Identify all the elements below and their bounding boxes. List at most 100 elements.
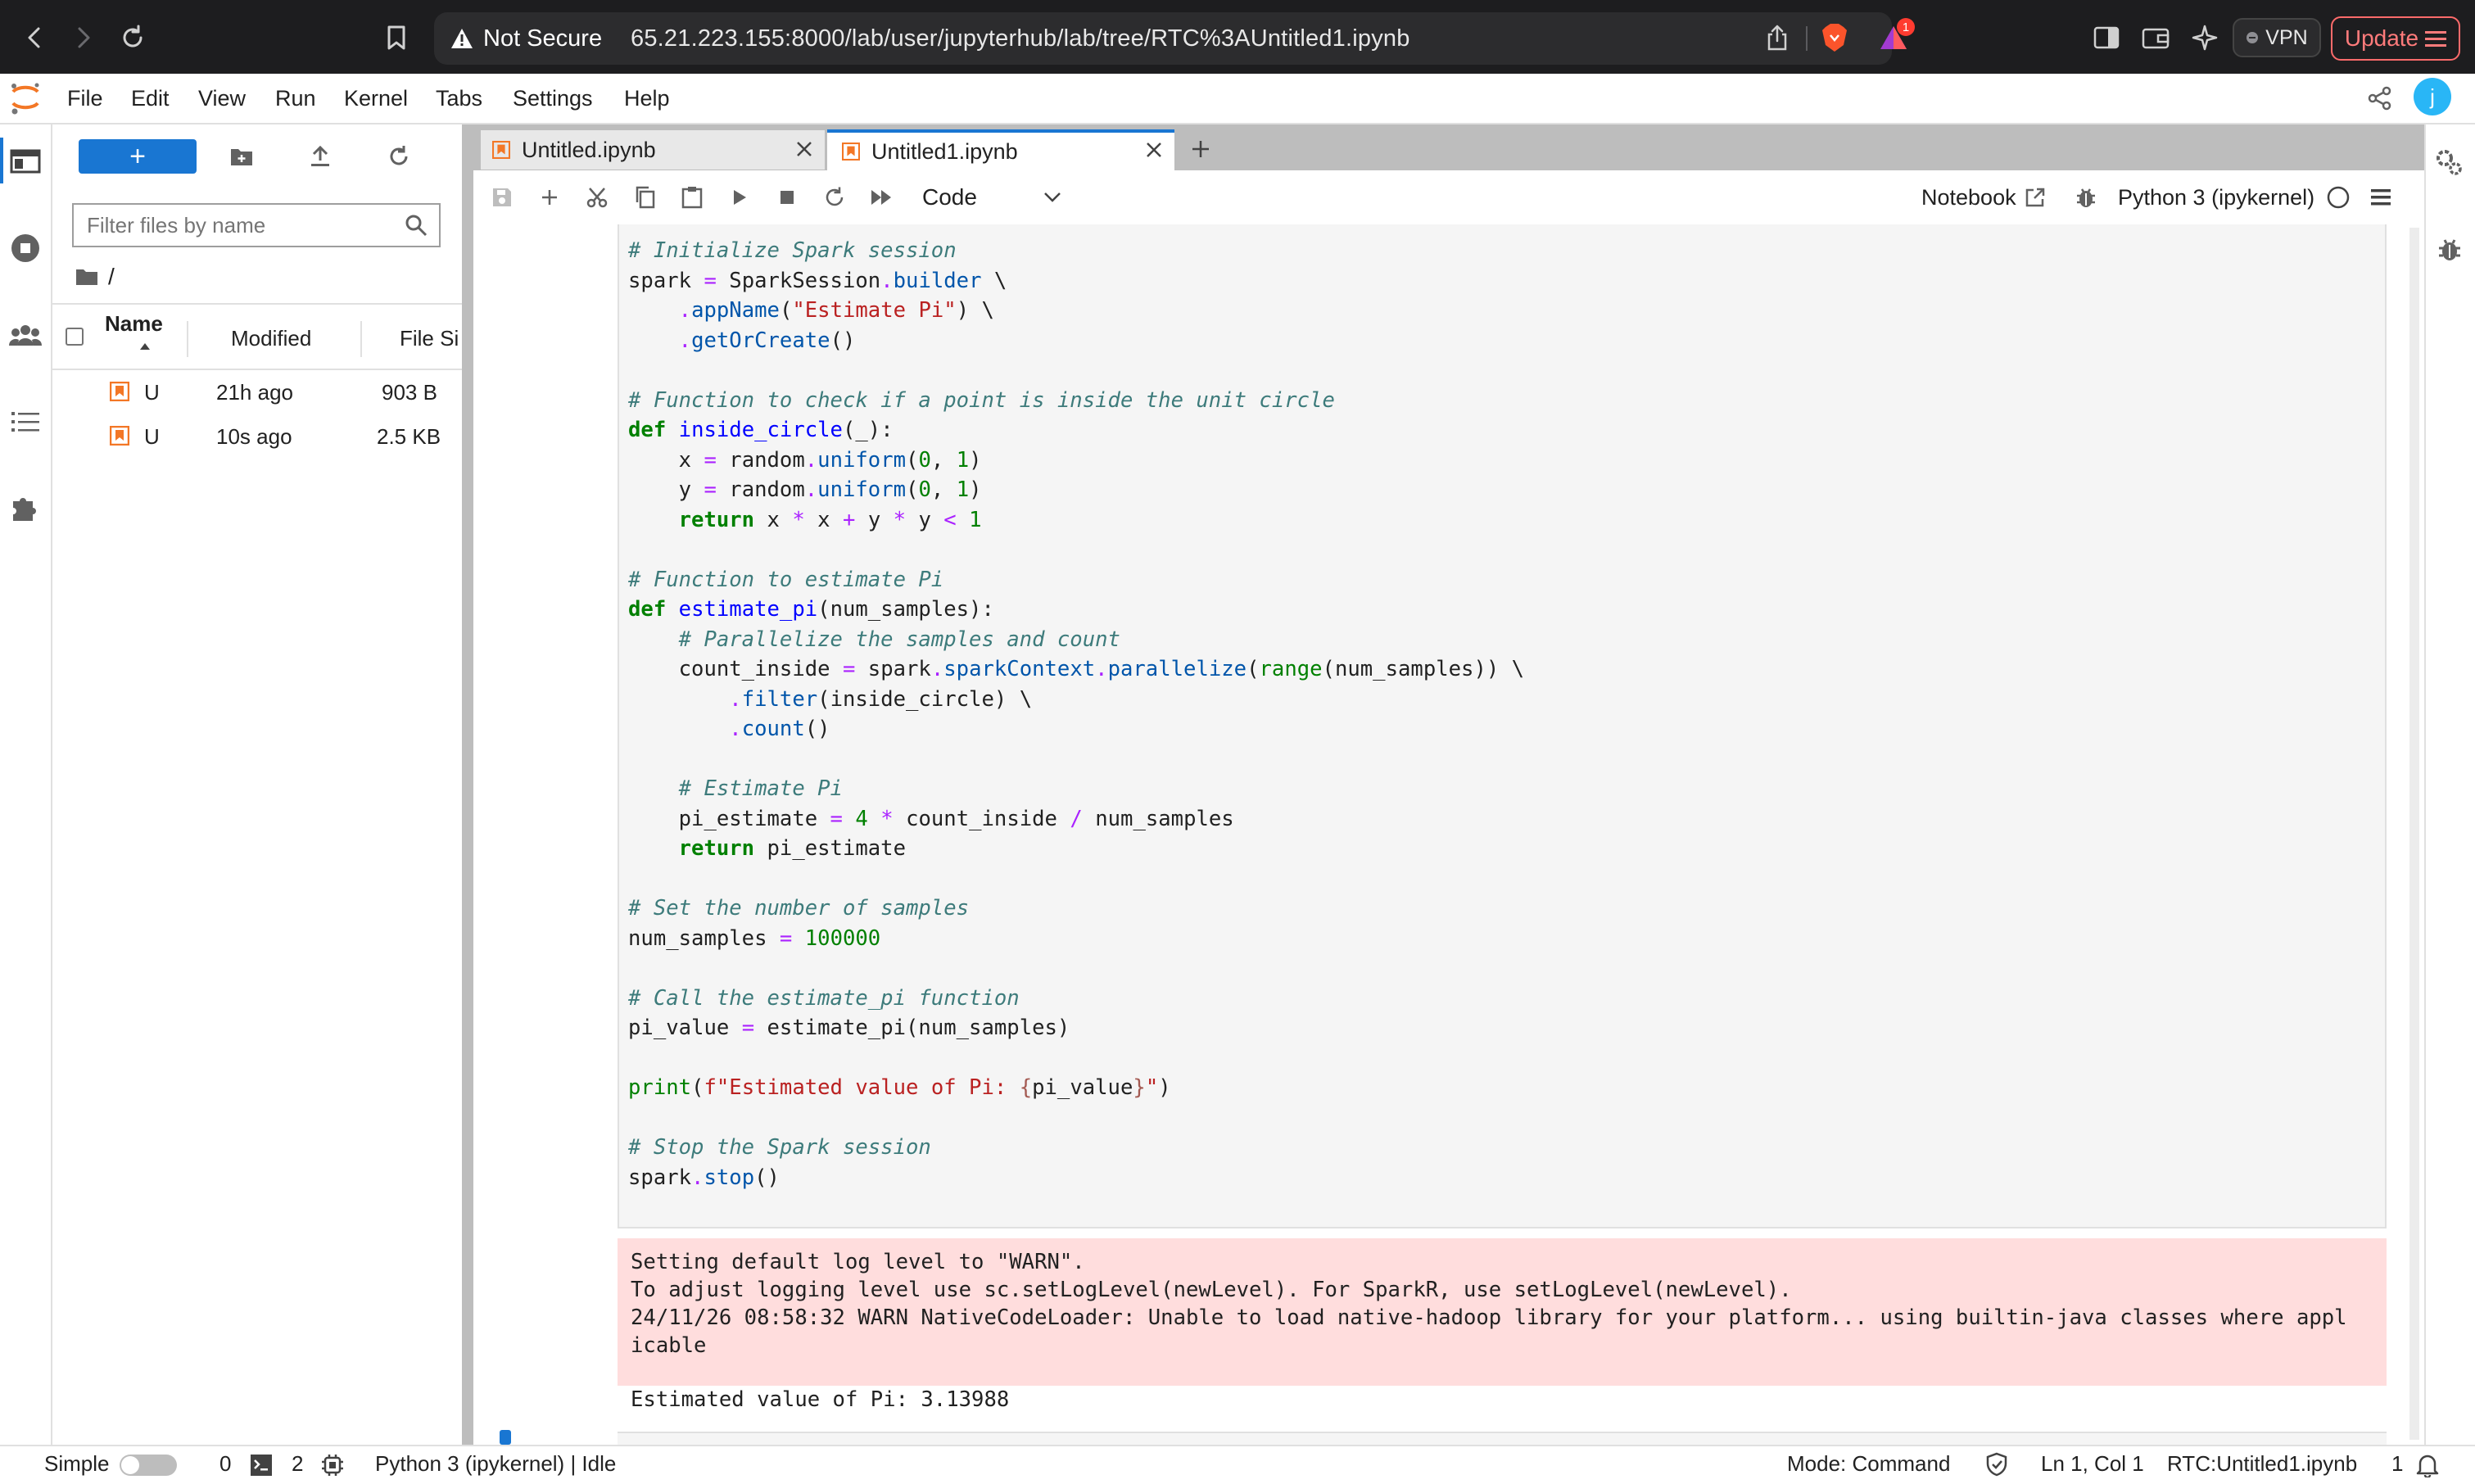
security-indicator[interactable]: Not Secure xyxy=(450,20,602,57)
notebook-file-icon xyxy=(492,141,510,159)
menu-tabs[interactable]: Tabs xyxy=(436,74,482,123)
update-button[interactable]: Update xyxy=(2331,16,2460,61)
bell-icon[interactable] xyxy=(2416,1453,2439,1477)
copy-icon[interactable] xyxy=(626,179,663,216)
tab-label: Untitled.ipynb xyxy=(522,137,656,162)
tab-label: Untitled1.ipynb xyxy=(871,138,1018,164)
run-all-icon[interactable] xyxy=(863,179,901,216)
toc-icon[interactable] xyxy=(5,401,46,442)
notification-badge: 1 xyxy=(1897,18,1915,36)
kernel-gear-icon[interactable] xyxy=(321,1454,344,1477)
close-icon[interactable] xyxy=(1145,141,1163,159)
brave-lion-icon[interactable] xyxy=(1813,16,1856,59)
search-icon xyxy=(405,214,428,237)
bug-icon[interactable] xyxy=(2067,179,2105,216)
file-name: U xyxy=(144,380,160,405)
url-text[interactable]: 65.21.223.155:8000/lab/user/jupyterhub/l… xyxy=(631,20,1410,57)
tab-untitled[interactable]: Untitled.ipynb xyxy=(480,129,826,170)
back-icon[interactable] xyxy=(13,16,56,59)
notebook-file-icon xyxy=(110,382,129,401)
users-icon[interactable] xyxy=(5,314,46,355)
kernel-name-label: Python 3 (ipykernel) xyxy=(2118,184,2315,210)
menu-help[interactable]: Help xyxy=(624,74,670,123)
notebook-view-button[interactable]: Notebook xyxy=(1921,179,2046,216)
active-indicator xyxy=(0,138,3,183)
paste-icon[interactable] xyxy=(673,179,711,216)
breadcrumb[interactable]: / xyxy=(75,260,115,293)
kernels-count[interactable]: 2 xyxy=(292,1445,303,1482)
shield-check-icon[interactable] xyxy=(1985,1452,2008,1477)
notebook-scrollbar[interactable] xyxy=(2409,228,2419,1440)
stop-icon[interactable] xyxy=(768,179,806,216)
sidebar-icon[interactable] xyxy=(2085,16,2128,59)
cursor-position[interactable]: Ln 1, Col 1 xyxy=(2041,1445,2144,1482)
terminals-count[interactable]: 0 xyxy=(219,1445,231,1482)
upload-icon[interactable] xyxy=(301,138,339,175)
add-cell-icon[interactable] xyxy=(531,179,568,216)
run-icon[interactable] xyxy=(721,179,758,216)
menu-view[interactable]: View xyxy=(198,74,246,123)
file-row[interactable]: U 10s ago 2.5 KB xyxy=(52,414,462,459)
toggle-knob xyxy=(121,1456,139,1474)
refresh-icon[interactable] xyxy=(380,138,418,175)
stdout-text: Estimated value of Pi: 3.13988 xyxy=(631,1387,1010,1412)
column-divider[interactable] xyxy=(360,321,362,357)
menu-edit[interactable]: Edit xyxy=(131,74,170,123)
panel-resize-handle[interactable] xyxy=(462,124,473,1445)
vpn-button[interactable]: VPN xyxy=(2233,18,2321,57)
right-sidebar xyxy=(2424,124,2475,1445)
menu-kernel[interactable]: Kernel xyxy=(344,74,408,123)
wallet-icon[interactable] xyxy=(2134,16,2177,59)
file-row[interactable]: U 21h ago 903 B xyxy=(52,370,462,414)
simple-mode-label: Simple xyxy=(44,1450,110,1476)
notification-count[interactable]: 1 xyxy=(2391,1445,2403,1482)
cell-output-stdout: Estimated value of Pi: 3.13988 xyxy=(618,1386,2387,1427)
forward-icon[interactable] xyxy=(62,16,105,59)
notebook-label: Notebook xyxy=(1921,184,2016,210)
avatar[interactable]: j xyxy=(2414,78,2451,115)
debugger-icon[interactable] xyxy=(2429,229,2470,270)
property-inspector-icon[interactable] xyxy=(2429,143,2470,183)
extension-icon[interactable] xyxy=(5,488,46,529)
column-divider[interactable] xyxy=(187,321,188,357)
restart-icon[interactable] xyxy=(816,179,853,216)
active-cell-marker xyxy=(500,1430,511,1445)
save-icon[interactable] xyxy=(483,179,521,216)
new-folder-icon[interactable] xyxy=(223,138,260,175)
cut-icon[interactable] xyxy=(578,179,616,216)
new-launcher-button[interactable]: + xyxy=(79,139,197,174)
cell-output-stderr: Setting default log level to "WARN". To … xyxy=(618,1238,2387,1386)
filter-files-input[interactable] xyxy=(85,211,405,239)
running-icon[interactable] xyxy=(5,228,46,269)
kernel-status[interactable]: Python 3 (ipykernel) | Idle xyxy=(375,1445,616,1482)
breadcrumb-root[interactable]: / xyxy=(108,264,115,290)
bookmark-icon[interactable] xyxy=(375,16,418,59)
menu-settings[interactable]: Settings xyxy=(513,74,593,123)
kernel-selector[interactable]: Python 3 (ipykernel) xyxy=(2118,179,2351,216)
notebook-file-icon xyxy=(110,426,129,446)
column-modified[interactable]: Modified xyxy=(231,326,311,351)
share-icon[interactable] xyxy=(1756,16,1799,59)
reload-icon[interactable] xyxy=(111,16,154,59)
not-secure-label: Not Secure xyxy=(483,25,603,52)
folder-icon[interactable] xyxy=(5,141,46,182)
close-icon[interactable] xyxy=(795,140,813,158)
share-icon[interactable] xyxy=(2364,82,2396,115)
stderr-line: To adjust logging level use sc.setLogLev… xyxy=(631,1278,1792,1302)
select-all-checkbox[interactable] xyxy=(66,328,84,346)
stderr-line: Setting default log level to "WARN". xyxy=(631,1250,1085,1274)
menu-run[interactable]: Run xyxy=(275,74,316,123)
column-file-size[interactable]: File Si xyxy=(400,326,462,351)
tab-untitled1[interactable]: Untitled1.ipynb xyxy=(827,129,1174,170)
leo-ai-icon[interactable] xyxy=(2183,16,2226,59)
menu-file[interactable]: File xyxy=(67,74,103,123)
menu-icon[interactable] xyxy=(2362,179,2400,216)
terminal-icon[interactable] xyxy=(251,1455,272,1476)
code-editor-content[interactable]: # Initialize Spark session spark = Spark… xyxy=(628,236,1524,1192)
add-tab-icon[interactable] xyxy=(1183,131,1219,167)
file-modified: 21h ago xyxy=(216,380,293,405)
vpn-status-icon xyxy=(2246,31,2259,44)
column-name[interactable]: Name xyxy=(105,311,163,337)
cell-type-select[interactable]: Code xyxy=(914,179,1061,216)
stderr-line: 24/11/26 08:58:32 WARN NativeCodeLoader:… xyxy=(631,1305,2347,1330)
